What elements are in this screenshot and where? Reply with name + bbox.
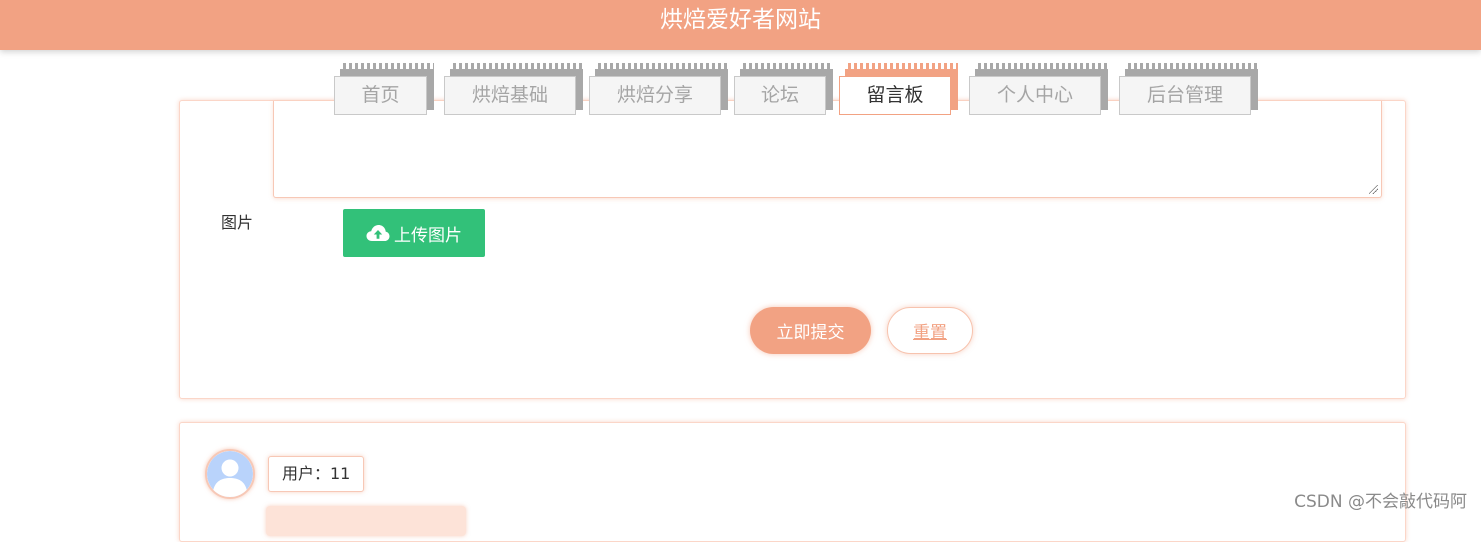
tab-label: 个人中心	[996, 84, 1073, 106]
resize-handle-icon[interactable]	[1369, 185, 1378, 194]
tab-label: 留言板	[866, 84, 924, 106]
upload-image-button[interactable]: 上传图片	[343, 209, 485, 257]
tab-label: 烘焙分享	[616, 84, 693, 106]
tab-home[interactable]: 首页	[334, 63, 434, 115]
tab-label: 烘焙基础	[471, 84, 548, 106]
tab-baking-share[interactable]: 烘焙分享	[589, 63, 728, 115]
image-field-label: 图片	[221, 213, 254, 232]
tab-label: 后台管理	[1146, 84, 1223, 106]
message-body	[266, 506, 466, 536]
message-item: 用户：11	[179, 422, 1406, 542]
message-username: 用户：11	[268, 456, 365, 492]
tab-admin[interactable]: 后台管理	[1119, 63, 1258, 115]
csdn-watermark: CSDN @不会敲代码阿	[1294, 492, 1467, 512]
cloud-upload-icon	[366, 225, 390, 241]
user-avatar-icon	[207, 451, 253, 497]
tab-label: 首页	[361, 84, 400, 106]
reset-button[interactable]: 重置	[887, 307, 973, 354]
tab-forum[interactable]: 论坛	[734, 63, 833, 115]
tab-personal-center[interactable]: 个人中心	[969, 63, 1108, 115]
upload-button-label: 上传图片	[394, 225, 462, 246]
tab-label: 论坛	[760, 84, 799, 106]
tab-baking-basics[interactable]: 烘焙基础	[444, 63, 583, 115]
tab-message-board[interactable]: 留言板	[839, 63, 958, 115]
avatar	[205, 449, 255, 499]
submit-button[interactable]: 立即提交	[750, 307, 871, 354]
message-form: 图片 上传图片 立即提交 重置	[179, 100, 1406, 399]
main-nav: 首页 烘焙基础 烘焙分享 论坛 留言板 个人中心 后台管理	[0, 0, 1481, 130]
